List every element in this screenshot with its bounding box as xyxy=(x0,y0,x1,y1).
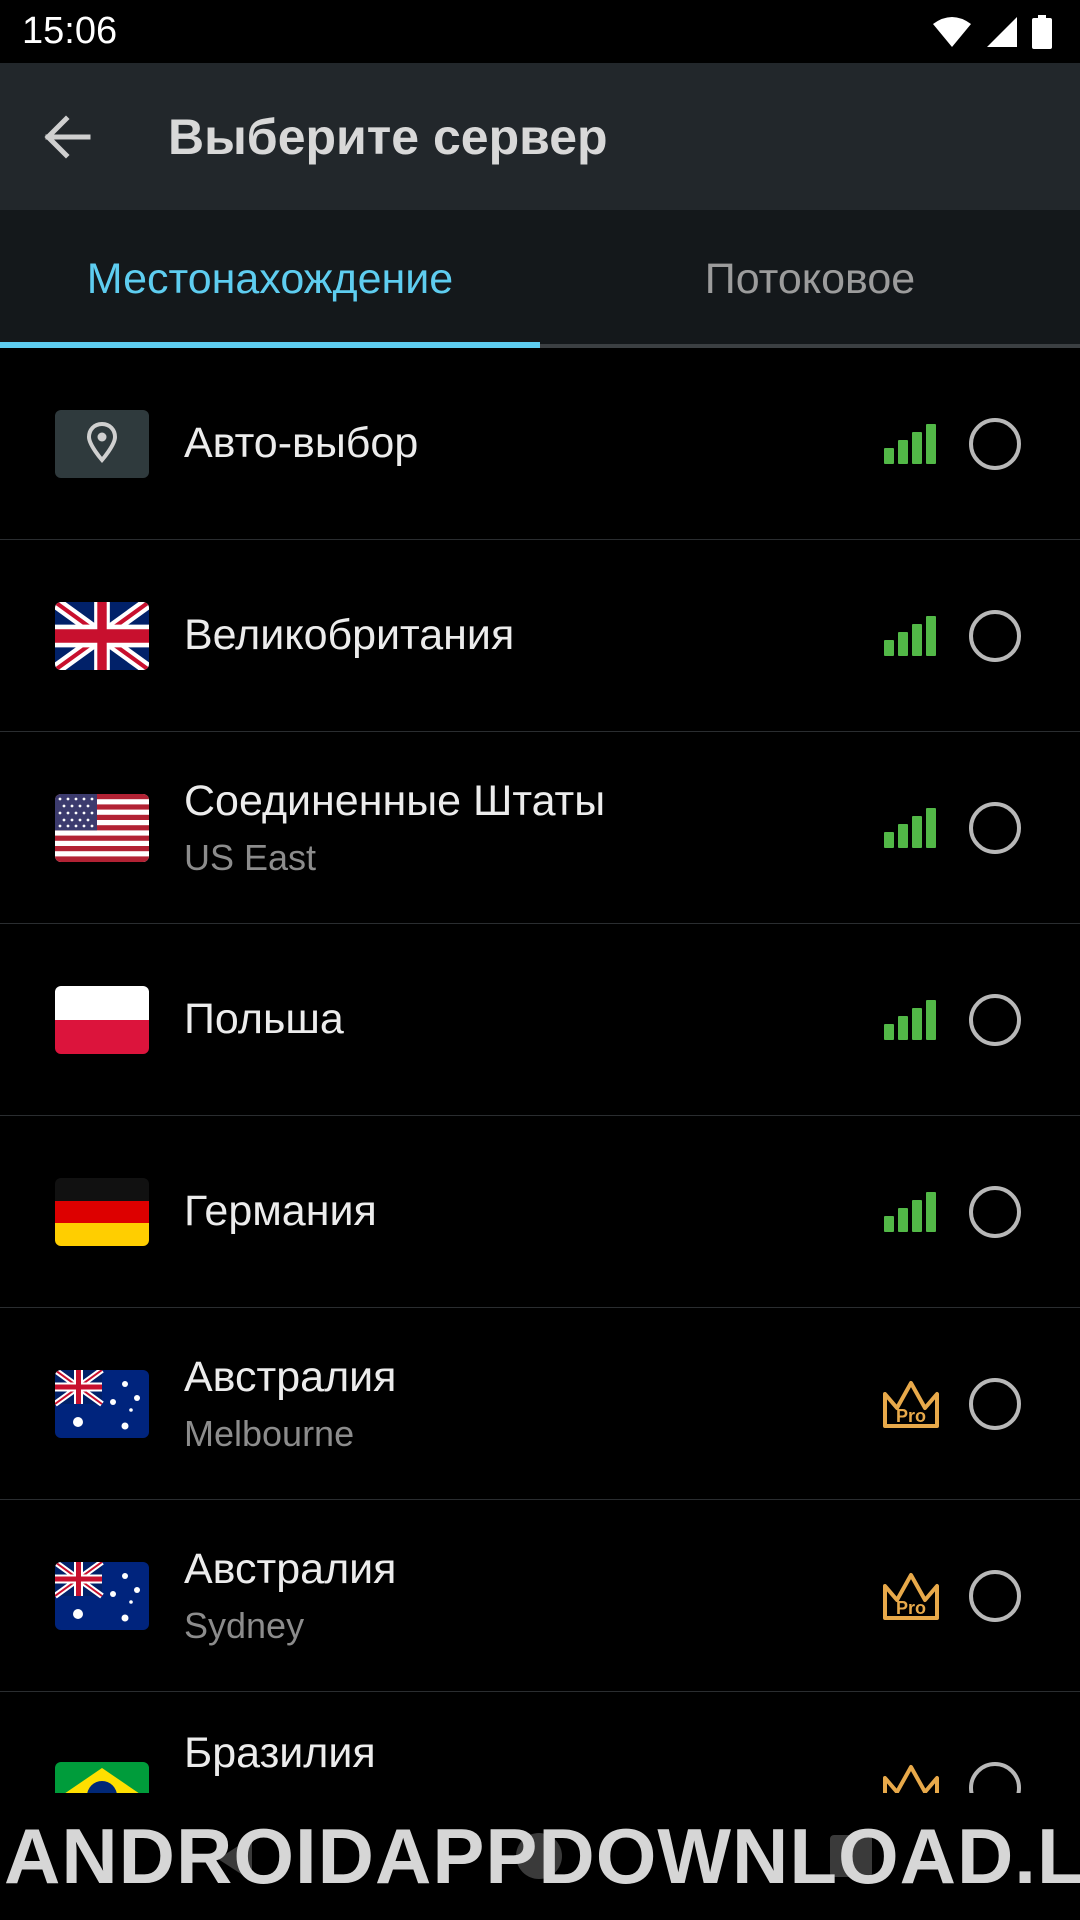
navigation-bar: ANDROIDAPPDOWNLOAD.LINK xyxy=(0,1793,1080,1920)
radio-button[interactable] xyxy=(969,417,1021,470)
pro-label: Pro xyxy=(896,1598,926,1618)
tab-location[interactable]: Местонахождение xyxy=(0,210,540,348)
app-bar: Выберите сервер xyxy=(0,63,1080,210)
signal-strength-icon xyxy=(884,423,940,464)
radio-button[interactable] xyxy=(969,609,1021,662)
tab-streaming[interactable]: Потоковое xyxy=(540,210,1080,348)
pro-crown-icon: Pro xyxy=(883,1572,939,1620)
radio-button[interactable] xyxy=(969,1377,1021,1430)
server-row[interactable]: Бразилия xyxy=(0,1692,1080,1793)
server-city: Melbourne xyxy=(184,1413,355,1455)
radio-button[interactable] xyxy=(969,1185,1021,1238)
server-name: Авто-выбор xyxy=(184,418,419,467)
us-flag-icon xyxy=(55,793,149,862)
server-list: Авто-выбор Великобритания Соединенные Шт… xyxy=(0,348,1080,1793)
tab-bar: Местонахождение Потоковое xyxy=(0,210,1080,348)
wifi-icon xyxy=(933,16,971,47)
arrow-back-icon xyxy=(44,114,91,159)
server-row[interactable]: Авто-выбор xyxy=(0,348,1080,540)
back-button[interactable] xyxy=(0,63,136,210)
radio-button[interactable] xyxy=(969,993,1021,1046)
server-city: Sydney xyxy=(184,1605,305,1647)
watermark: ANDROIDAPPDOWNLOAD.LINK xyxy=(4,1812,1080,1900)
status-icons xyxy=(932,14,1052,49)
server-name: Соединенные Штаты xyxy=(184,776,606,825)
status-bar: 15:06 xyxy=(0,0,1080,63)
server-row[interactable]: Соединенные Штаты US East xyxy=(0,732,1080,924)
server-name: Бразилия xyxy=(184,1729,376,1777)
status-time: 15:06 xyxy=(22,10,118,52)
radio-button[interactable] xyxy=(969,1569,1021,1622)
server-row[interactable]: Польша xyxy=(0,924,1080,1116)
signal-strength-icon xyxy=(884,807,940,848)
signal-strength-icon xyxy=(884,1191,940,1232)
uk-flag-icon xyxy=(55,601,149,670)
tab-streaming-label: Потоковое xyxy=(704,254,916,303)
server-name: Великобритания xyxy=(184,610,515,659)
location-pin-icon xyxy=(55,409,149,478)
server-name: Австралия xyxy=(184,1352,397,1401)
brazil-flag-icon xyxy=(55,1762,149,1793)
server-name: Австралия xyxy=(184,1544,397,1593)
battery-icon xyxy=(1032,14,1052,49)
server-name: Германия xyxy=(184,1186,377,1235)
germany-flag-icon xyxy=(55,1177,149,1246)
radio-button[interactable] xyxy=(969,1762,1021,1793)
radio-button[interactable] xyxy=(969,801,1021,854)
pro-crown-icon: Pro xyxy=(883,1380,939,1428)
server-row[interactable]: Германия xyxy=(0,1116,1080,1308)
pro-crown-icon xyxy=(883,1765,939,1793)
server-name: Польша xyxy=(184,994,344,1043)
tab-location-label: Местонахождение xyxy=(86,254,454,303)
server-row[interactable]: Австралия Sydney Pro xyxy=(0,1500,1080,1692)
server-row[interactable]: Великобритания xyxy=(0,540,1080,732)
australia-flag-icon xyxy=(55,1561,149,1630)
signal-strength-icon xyxy=(884,999,940,1040)
server-row[interactable]: Австралия Melbourne Pro xyxy=(0,1308,1080,1500)
signal-strength-icon xyxy=(884,615,940,656)
poland-flag-icon xyxy=(55,985,149,1054)
pro-label: Pro xyxy=(896,1406,926,1426)
cell-signal-icon xyxy=(987,16,1017,47)
australia-flag-icon xyxy=(55,1369,149,1438)
page-title: Выберите сервер xyxy=(168,108,608,165)
server-city: US East xyxy=(184,837,317,879)
